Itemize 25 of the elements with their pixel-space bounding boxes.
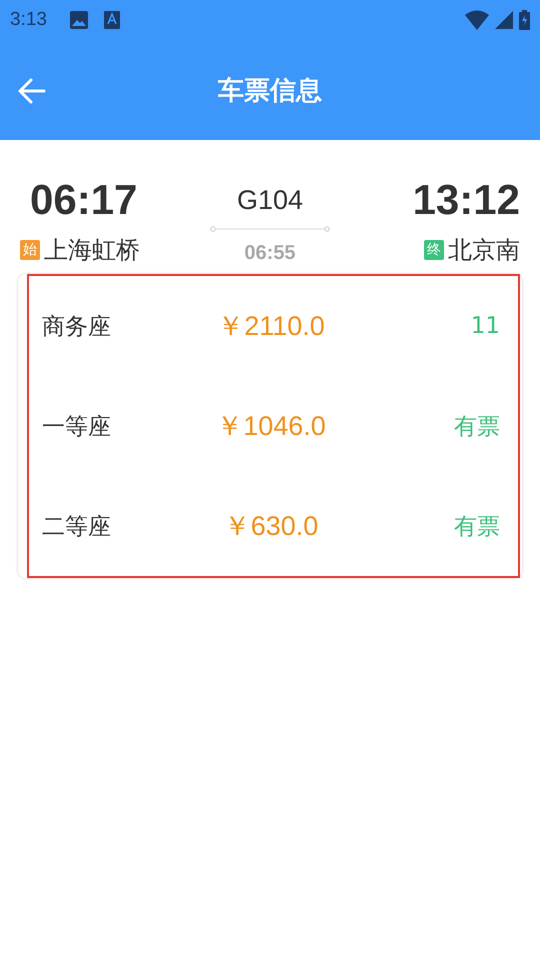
departure-station: 上海虹桥 bbox=[44, 235, 140, 266]
start-badge: 始 bbox=[20, 240, 40, 260]
text-icon bbox=[104, 11, 120, 29]
seat-price: ￥1046.0 bbox=[215, 410, 327, 443]
page-title: 车票信息 bbox=[218, 74, 322, 108]
seat-availability: 有票 bbox=[453, 412, 500, 442]
back-arrow-icon[interactable] bbox=[18, 78, 46, 104]
end-badge: 终 bbox=[424, 240, 444, 260]
wifi-icon bbox=[465, 10, 489, 30]
seat-availability: 11 bbox=[470, 313, 500, 339]
arrival-time: 13:12 bbox=[412, 175, 520, 225]
seat-class: 一等座 bbox=[42, 412, 112, 442]
departure-time: 06:17 bbox=[30, 175, 138, 225]
seat-price: ￥630.0 bbox=[222, 510, 320, 543]
battery-icon bbox=[519, 10, 530, 30]
arrival-station: 北京南 bbox=[448, 235, 520, 266]
status-time: 3:13 bbox=[10, 9, 48, 31]
seat-class: 二等座 bbox=[42, 512, 112, 542]
image-icon bbox=[70, 11, 88, 29]
seat-class: 商务座 bbox=[42, 312, 112, 342]
seat-price: ￥2110.0 bbox=[216, 310, 326, 343]
travel-duration: 06:55 bbox=[244, 242, 296, 265]
seat-availability: 有票 bbox=[453, 512, 500, 542]
signal-icon bbox=[495, 11, 513, 29]
train-number: G104 bbox=[236, 184, 304, 217]
